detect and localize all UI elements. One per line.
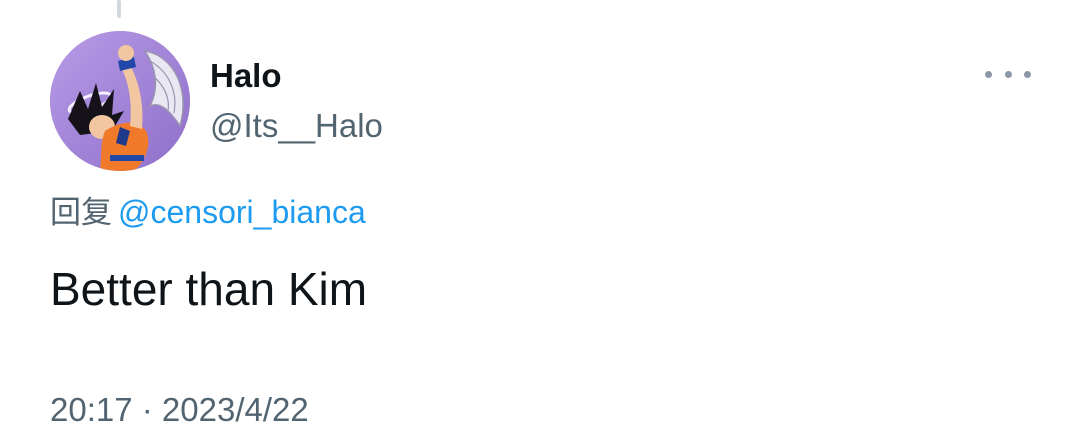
author-display-name[interactable]: Halo	[210, 56, 282, 96]
reply-mention-link[interactable]: @censori_bianca	[118, 194, 366, 230]
dot-icon	[985, 70, 992, 78]
avatar[interactable]	[50, 31, 190, 171]
dot-icon	[1004, 70, 1012, 78]
dot-icon	[1024, 70, 1031, 78]
thread-connector-line	[117, 0, 121, 18]
reply-prefix-label: 回复	[50, 195, 112, 231]
avatar-image	[50, 31, 190, 171]
reply-context: 回复 @censori_bianca	[50, 192, 366, 233]
tweet-timestamp[interactable]: 20:17 · 2023/4/22	[50, 390, 309, 430]
author-handle[interactable]: @Its__Halo	[210, 106, 383, 146]
more-options-icon[interactable]	[985, 62, 1031, 86]
tweet-text: Better than Kim	[50, 263, 368, 315]
